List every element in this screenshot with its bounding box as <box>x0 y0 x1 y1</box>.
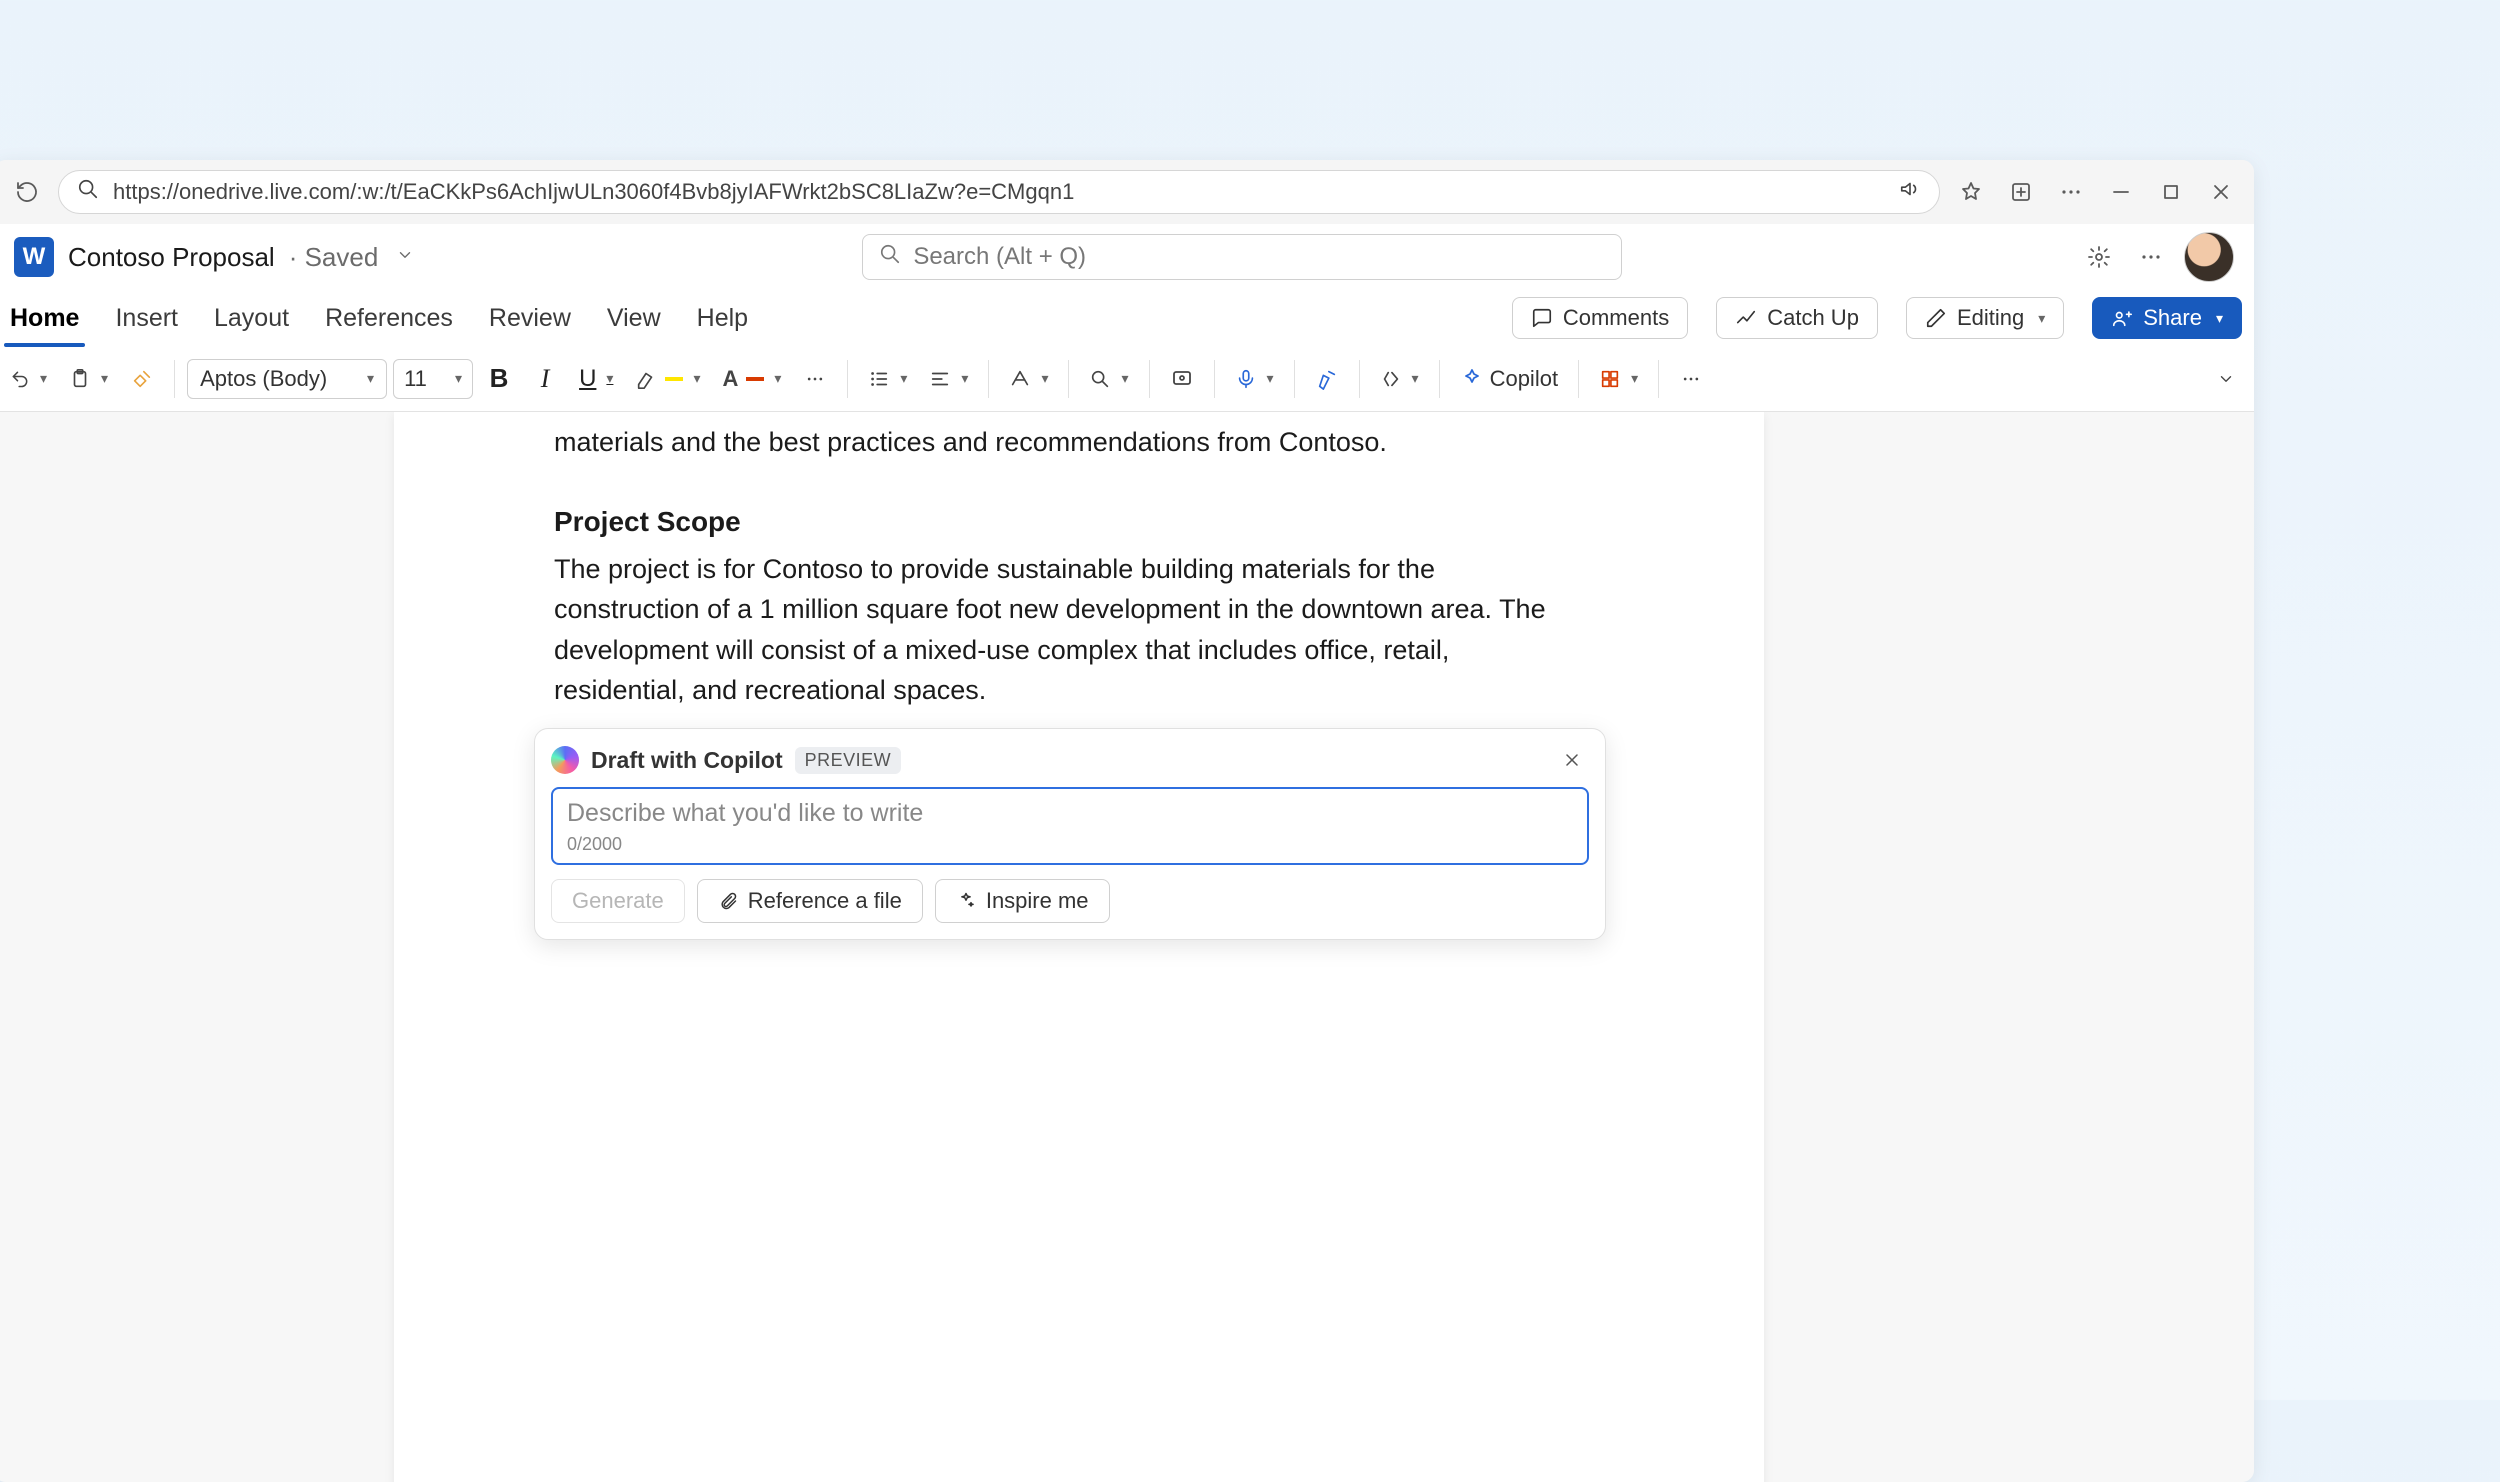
copilot-label: Copilot <box>1490 366 1558 392</box>
user-avatar[interactable] <box>2184 232 2234 282</box>
find-button[interactable]: ▾ <box>1081 357 1136 401</box>
copilot-button[interactable]: Copilot <box>1452 357 1566 401</box>
refresh-icon[interactable] <box>8 173 46 211</box>
highlight-button[interactable]: ▾ <box>627 357 708 401</box>
share-label: Share <box>2143 305 2202 331</box>
align-button[interactable]: ▾ <box>921 357 976 401</box>
copilot-prompt-input[interactable] <box>567 799 1573 828</box>
close-window-icon[interactable] <box>2202 173 2240 211</box>
search-icon <box>77 178 99 206</box>
more-app-icon[interactable] <box>2132 238 2170 276</box>
url-text: https://onedrive.live.com/:w:/t/EaCKkPs6… <box>113 179 1885 205</box>
font-size-select[interactable]: 11 ▾ <box>393 359 473 399</box>
body-text[interactable]: materials and the best practices and rec… <box>554 422 1584 463</box>
dictate-button[interactable]: ▾ <box>1227 357 1282 401</box>
tab-insert[interactable]: Insert <box>111 298 182 339</box>
search-input[interactable]: Search (Alt + Q) <box>862 234 1622 280</box>
browser-window: https://onedrive.live.com/:w:/t/EaCKkPs6… <box>0 160 2254 1482</box>
browser-chrome-bar: https://onedrive.live.com/:w:/t/EaCKkPs6… <box>0 160 2254 224</box>
collections-icon[interactable] <box>2002 173 2040 211</box>
reference-file-button[interactable]: Reference a file <box>697 879 923 923</box>
paste-button[interactable]: ▾ <box>61 357 116 401</box>
inspire-label: Inspire me <box>986 888 1089 914</box>
chevron-down-icon: ▾ <box>455 370 462 387</box>
more-icon[interactable] <box>2052 173 2090 211</box>
generate-label: Generate <box>572 888 664 914</box>
maximize-icon[interactable] <box>2152 173 2190 211</box>
more-font-icon[interactable] <box>795 357 835 401</box>
editing-button[interactable]: Editing ▾ <box>1906 297 2064 339</box>
word-app-icon[interactable]: W <box>14 237 54 277</box>
font-size-value: 11 <box>404 366 427 392</box>
comments-label: Comments <box>1563 305 1669 331</box>
editor-button[interactable] <box>1307 357 1347 401</box>
catchup-label: Catch Up <box>1767 305 1859 331</box>
document-page[interactable]: materials and the best practices and rec… <box>394 412 1764 1482</box>
document-status: · Saved <box>289 242 379 273</box>
font-family-select[interactable]: Aptos (Body) ▾ <box>187 359 387 399</box>
read-aloud-icon[interactable] <box>1899 178 1921 206</box>
font-family-value: Aptos (Body) <box>200 366 327 392</box>
chevron-down-icon: ▾ <box>2038 310 2045 327</box>
address-bar[interactable]: https://onedrive.live.com/:w:/t/EaCKkPs6… <box>58 170 1940 214</box>
document-canvas[interactable]: materials and the best practices and rec… <box>0 412 2254 1482</box>
heading-text[interactable]: Project Scope <box>554 501 1604 543</box>
collapse-ribbon-icon[interactable] <box>2206 357 2246 401</box>
copilot-prompt-field[interactable]: 0/2000 <box>551 787 1589 865</box>
inspire-button[interactable]: Inspire me <box>935 879 1110 923</box>
title-dropdown-icon[interactable] <box>396 246 414 269</box>
font-color-button[interactable]: A▾ <box>714 357 789 401</box>
body-text[interactable]: The project is for Contoso to provide su… <box>554 549 1584 711</box>
minimize-icon[interactable] <box>2102 173 2140 211</box>
tab-view[interactable]: View <box>603 298 665 339</box>
bold-button[interactable]: B <box>479 357 519 401</box>
ribbon-more-icon[interactable] <box>1671 357 1711 401</box>
settings-icon[interactable] <box>2080 238 2118 276</box>
copilot-draft-panel: Draft with Copilot PREVIEW 0/2000 Genera… <box>534 728 1606 940</box>
italic-button[interactable]: I <box>525 357 565 401</box>
menu-tabs: Home Insert Layout References Review Vie… <box>0 290 2254 346</box>
close-icon[interactable] <box>1555 743 1589 777</box>
chevron-down-icon: ▾ <box>2216 310 2223 327</box>
search-icon <box>879 243 901 272</box>
undo-button[interactable]: ▾ <box>2 357 55 401</box>
share-button[interactable]: Share ▾ <box>2092 297 2242 339</box>
favorites-icon[interactable] <box>1952 173 1990 211</box>
preview-badge: PREVIEW <box>795 747 902 774</box>
search-placeholder: Search (Alt + Q) <box>913 243 1086 271</box>
styles-button[interactable]: ▾ <box>1001 357 1056 401</box>
chevron-down-icon: ▾ <box>367 370 374 387</box>
copilot-logo-icon <box>551 746 579 774</box>
tab-references[interactable]: References <box>321 298 457 339</box>
comments-button[interactable]: Comments <box>1512 297 1688 339</box>
ribbon-toolbar: ▾ ▾ Aptos (Body) ▾ 11 ▾ B I U▾ ▾ A▾ ▾ ▾ … <box>0 346 2254 412</box>
tab-home[interactable]: Home <box>6 298 83 339</box>
copilot-panel-title: Draft with Copilot <box>591 747 783 774</box>
tab-help[interactable]: Help <box>693 298 752 339</box>
app-title-bar: W Contoso Proposal · Saved Search (Alt +… <box>0 224 2254 290</box>
generate-button[interactable]: Generate <box>551 879 685 923</box>
reference-label: Reference a file <box>748 888 902 914</box>
bullets-button[interactable]: ▾ <box>860 357 915 401</box>
underline-button[interactable]: U▾ <box>571 357 621 401</box>
document-title[interactable]: Contoso Proposal <box>68 242 275 273</box>
rewrite-button[interactable]: ▾ <box>1372 357 1427 401</box>
addins-button[interactable]: ▾ <box>1591 357 1646 401</box>
char-counter: 0/2000 <box>567 834 1573 855</box>
editing-label: Editing <box>1957 305 2024 331</box>
catchup-button[interactable]: Catch Up <box>1716 297 1878 339</box>
format-painter-button[interactable] <box>122 357 162 401</box>
tab-review[interactable]: Review <box>485 298 575 339</box>
designer-button[interactable] <box>1162 357 1202 401</box>
tab-layout[interactable]: Layout <box>210 298 293 339</box>
